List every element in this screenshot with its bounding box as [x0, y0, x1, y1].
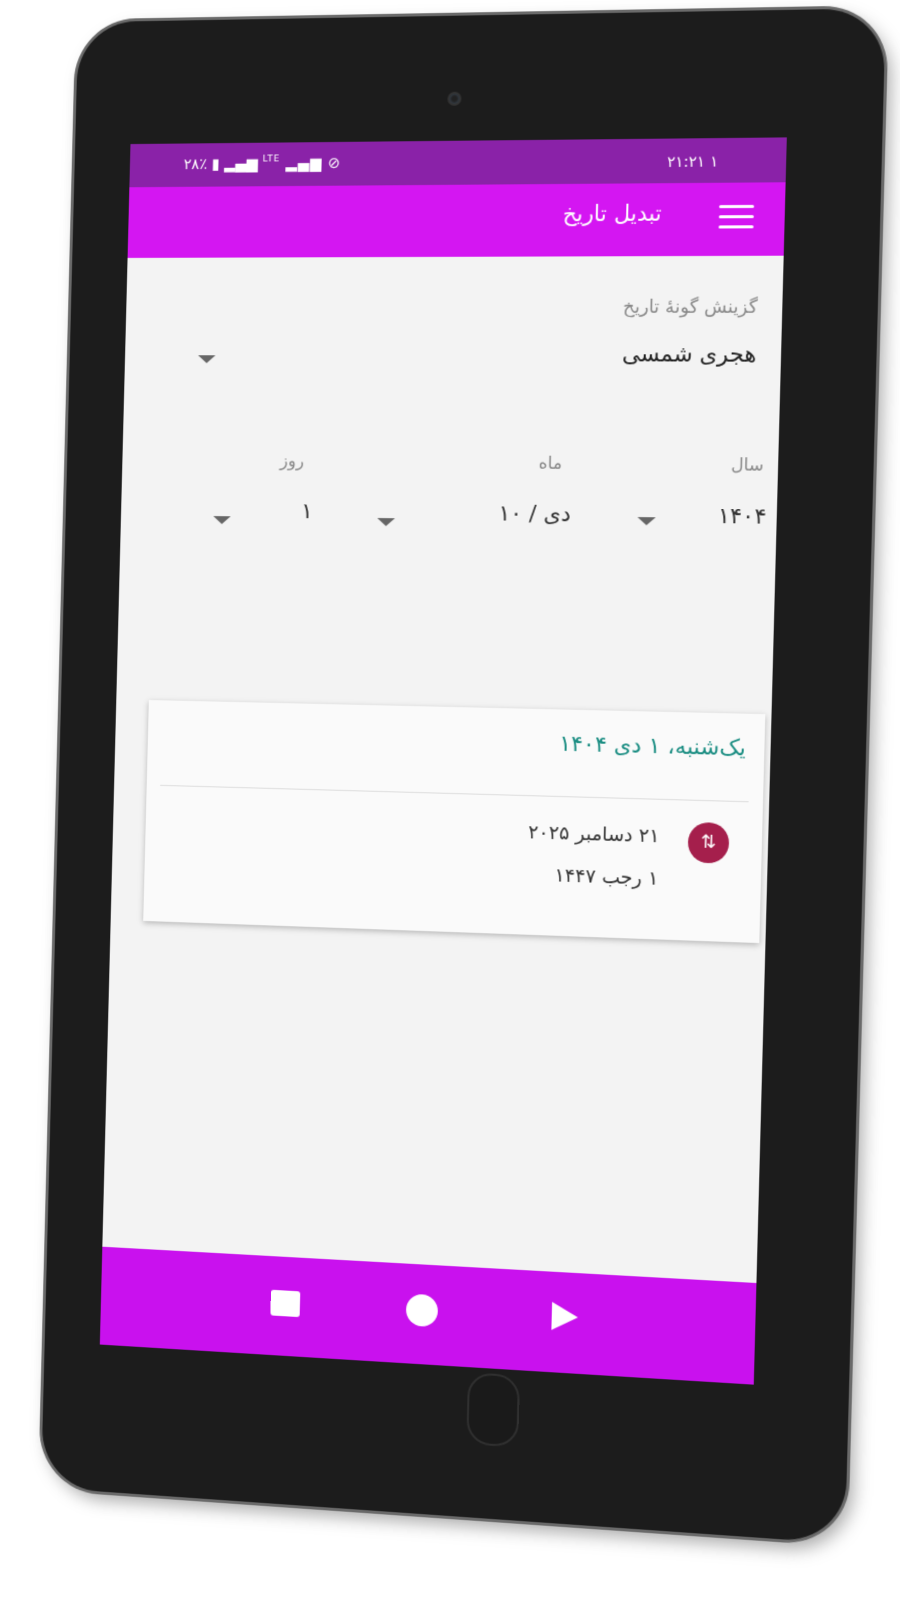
chevron-down-icon	[213, 516, 231, 525]
lte-label: LTE	[262, 154, 281, 165]
app-title: تبدیل تاریخ	[562, 201, 663, 228]
chevron-down-icon	[197, 355, 216, 364]
month-label: ماه	[538, 453, 563, 474]
screen: ٢٨٪ ▮ ▂▄▆ LTE ▂▄▆ ⊘ ١ ٢١:٢١ تبدیل تاریخ …	[99, 137, 787, 1385]
status-left: ٢٨٪ ▮ ▂▄▆ LTE ▂▄▆ ⊘	[183, 154, 341, 173]
month-value: دی / ۱۰	[498, 501, 572, 528]
notification-count: ١	[709, 152, 719, 171]
nav-bar	[99, 1246, 757, 1385]
swap-icon[interactable]: ⇅	[687, 821, 730, 864]
recent-square-icon[interactable]	[270, 1289, 301, 1318]
sync-off-icon: ⊘	[327, 153, 342, 172]
battery-icon: ▮	[211, 154, 220, 173]
camera-icon	[449, 93, 460, 104]
signal-icon: ▂▄▆	[224, 154, 259, 173]
signal-icon-2: ▂▄▆	[285, 154, 323, 173]
result-card: یک‌شنبه، ۱ دی ۱۴۰۴ ⇅ ۲۱ دسامبر ۲۰۲۵ ۱ رج…	[143, 700, 766, 944]
app-bar: تبدیل تاریخ	[127, 182, 786, 258]
hamburger-menu-icon[interactable]	[718, 204, 755, 232]
day-value: ۱	[300, 499, 313, 525]
chevron-down-icon	[637, 517, 656, 526]
home-circle-icon[interactable]	[405, 1293, 439, 1328]
card-divider	[160, 784, 749, 803]
year-value: ۱۴۰۴	[717, 503, 767, 530]
tablet-frame: ٢٨٪ ▮ ▂▄▆ LTE ▂▄▆ ⊘ ١ ٢١:٢١ تبدیل تاریخ …	[40, 8, 886, 1544]
gregorian-date: ۲۱ دسامبر ۲۰۲۵	[528, 821, 660, 848]
battery-percent: ٢٨٪	[183, 155, 208, 174]
chevron-down-icon	[377, 518, 396, 527]
back-triangle-icon[interactable]	[551, 1301, 579, 1332]
clock: ٢١:٢١	[666, 152, 706, 172]
date-type-value: هجری شمسی	[621, 342, 757, 368]
date-type-label: گزینش گونهٔ تاریخ	[622, 296, 758, 318]
result-title: یک‌شنبه، ۱ دی ۱۴۰۴	[558, 731, 747, 762]
status-right: ١ ٢١:٢١	[667, 152, 745, 171]
hardware-home-button[interactable]	[466, 1372, 521, 1448]
date-type-dropdown[interactable]: هجری شمسی	[197, 341, 757, 383]
year-label: سال	[730, 455, 764, 476]
day-label: روز	[279, 451, 305, 472]
status-bar: ٢٨٪ ▮ ▂▄▆ LTE ▂▄▆ ⊘ ١ ٢١:٢١	[129, 137, 787, 188]
hijri-date: ۱ رجب ۱۴۴۷	[554, 864, 659, 890]
